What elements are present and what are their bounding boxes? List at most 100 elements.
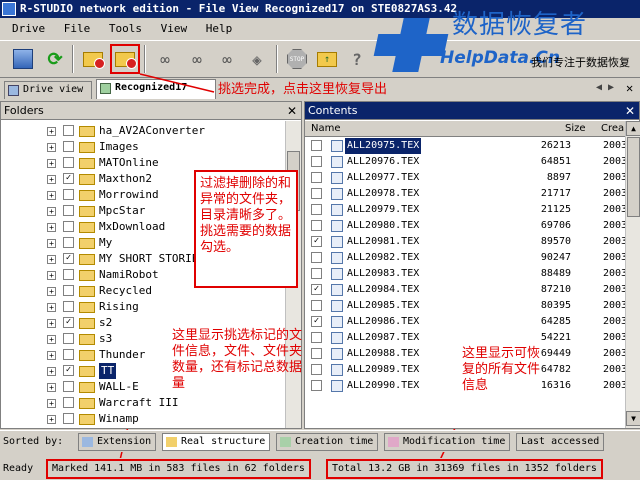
file-checkbox[interactable]: [311, 348, 322, 359]
table-row[interactable]: ALL20982.TEX 90247 2003: [305, 250, 625, 266]
file-checkbox[interactable]: [311, 364, 322, 375]
folder-checkbox[interactable]: [63, 221, 74, 232]
tab-recognized[interactable]: Recognized17: [96, 79, 216, 99]
recover-icon[interactable]: [78, 44, 108, 74]
table-row[interactable]: ALL20979.TEX 21125 2003: [305, 202, 625, 218]
file-checkbox[interactable]: [311, 380, 322, 391]
expand-icon[interactable]: +: [47, 399, 56, 408]
table-row[interactable]: ✓ ALL20981.TEX 89570 2003: [305, 234, 625, 250]
menu-help[interactable]: Help: [206, 22, 233, 35]
sort-tab-creation-time[interactable]: Creation time: [276, 433, 379, 451]
tree-item[interactable]: + Rising: [1, 299, 285, 315]
file-checkbox[interactable]: ✓: [311, 316, 322, 327]
mask-icon[interactable]: ◈: [242, 44, 272, 74]
table-row[interactable]: ALL20985.TEX 80395 2003: [305, 298, 625, 314]
sort-tab-real-structure[interactable]: Real structure: [162, 433, 271, 451]
find-mark-icon[interactable]: ∞: [212, 44, 242, 74]
menu-tools[interactable]: Tools: [109, 22, 142, 35]
folder-checkbox[interactable]: [63, 269, 74, 280]
file-checkbox[interactable]: ✓: [311, 284, 322, 295]
table-row[interactable]: ALL20987.TEX 54221 2003: [305, 330, 625, 346]
file-checkbox[interactable]: [311, 140, 322, 151]
folder-checkbox[interactable]: [63, 157, 74, 168]
folder-checkbox[interactable]: [63, 285, 74, 296]
tree-item[interactable]: + ha_AV2AConverter: [1, 123, 285, 139]
folder-checkbox[interactable]: ✓: [63, 253, 74, 264]
folder-checkbox[interactable]: [63, 141, 74, 152]
expand-icon[interactable]: +: [47, 303, 56, 312]
column-created[interactable]: Crea: [601, 121, 624, 137]
expand-icon[interactable]: +: [47, 159, 56, 168]
expand-icon[interactable]: +: [47, 351, 56, 360]
folder-checkbox[interactable]: [63, 189, 74, 200]
table-row[interactable]: ALL20976.TEX 64851 2003: [305, 154, 625, 170]
find-next-icon[interactable]: ∞: [182, 44, 212, 74]
expand-icon[interactable]: +: [47, 175, 56, 184]
help-icon[interactable]: ?: [342, 44, 372, 74]
expand-icon[interactable]: +: [47, 127, 56, 136]
scroll-up-arrow[interactable]: ▲: [626, 121, 640, 136]
sort-tab-extension[interactable]: Extension: [78, 433, 157, 451]
file-checkbox[interactable]: [311, 252, 322, 263]
expand-icon[interactable]: +: [47, 383, 56, 392]
expand-icon[interactable]: +: [47, 191, 56, 200]
expand-icon[interactable]: +: [47, 271, 56, 280]
sort-tab-modification-time[interactable]: Modification time: [384, 433, 511, 451]
file-checkbox[interactable]: [311, 172, 322, 183]
folder-checkbox[interactable]: [63, 205, 74, 216]
folder-checkbox[interactable]: [63, 349, 74, 360]
tree-item[interactable]: + MATOnline: [1, 155, 285, 171]
table-row[interactable]: ALL20975.TEX 26213 2003: [305, 138, 625, 154]
scroll-down-arrow[interactable]: ▼: [626, 411, 640, 426]
file-checkbox[interactable]: [311, 220, 322, 231]
expand-icon[interactable]: +: [47, 415, 56, 424]
close-icon[interactable]: ✕: [287, 102, 297, 120]
file-checkbox[interactable]: [311, 156, 322, 167]
expand-icon[interactable]: +: [47, 223, 56, 232]
expand-icon[interactable]: +: [47, 335, 56, 344]
table-row[interactable]: ✓ ALL20984.TEX 87210 2003: [305, 282, 625, 298]
sort-tab-last-accessed[interactable]: Last accessed: [516, 433, 605, 451]
folder-checkbox[interactable]: [63, 397, 74, 408]
file-checkbox[interactable]: [311, 300, 322, 311]
database-icon[interactable]: [8, 44, 38, 74]
folder-checkbox[interactable]: [63, 301, 74, 312]
table-row[interactable]: ALL20977.TEX 8897 2003: [305, 170, 625, 186]
tab-close-icon[interactable]: ✕: [626, 81, 633, 95]
expand-icon[interactable]: +: [47, 319, 56, 328]
folder-checkbox[interactable]: [63, 333, 74, 344]
contents-scrollbar[interactable]: ▲ ▼: [625, 121, 640, 428]
table-row[interactable]: ALL20978.TEX 21717 2003: [305, 186, 625, 202]
expand-icon[interactable]: +: [47, 239, 56, 248]
folder-checkbox[interactable]: [63, 237, 74, 248]
menu-file[interactable]: File: [64, 22, 91, 35]
stop-icon[interactable]: STOP: [282, 44, 312, 74]
file-checkbox[interactable]: ✓: [311, 236, 322, 247]
tab-drive-view[interactable]: Drive view: [4, 81, 92, 99]
folder-checkbox[interactable]: [63, 125, 74, 136]
folder-checkbox[interactable]: ✓: [63, 317, 74, 328]
tree-item[interactable]: + Winamp: [1, 411, 285, 427]
expand-icon[interactable]: +: [47, 287, 56, 296]
find-icon[interactable]: ∞: [150, 44, 180, 74]
up-folder-icon[interactable]: ↑: [312, 44, 342, 74]
file-checkbox[interactable]: [311, 332, 322, 343]
expand-icon[interactable]: +: [47, 143, 56, 152]
refresh-icon[interactable]: ⟳: [40, 44, 70, 74]
expand-icon[interactable]: +: [47, 367, 56, 376]
column-size[interactable]: Size: [565, 121, 586, 137]
recover-marked-icon[interactable]: [110, 44, 140, 74]
folder-checkbox[interactable]: ✓: [63, 173, 74, 184]
file-checkbox[interactable]: [311, 268, 322, 279]
tree-item[interactable]: + Warcraft III: [1, 395, 285, 411]
expand-icon[interactable]: +: [47, 207, 56, 216]
tree-item[interactable]: + Images: [1, 139, 285, 155]
close-icon[interactable]: ✕: [625, 102, 635, 120]
scroll-thumb[interactable]: [627, 137, 640, 217]
folder-checkbox[interactable]: ✓: [63, 365, 74, 376]
table-row[interactable]: ALL20983.TEX 88489 2003: [305, 266, 625, 282]
folder-checkbox[interactable]: [63, 413, 74, 424]
tab-scroll-arrows[interactable]: ◀ ▶: [596, 82, 614, 93]
column-name[interactable]: Name: [311, 121, 341, 137]
file-checkbox[interactable]: [311, 188, 322, 199]
